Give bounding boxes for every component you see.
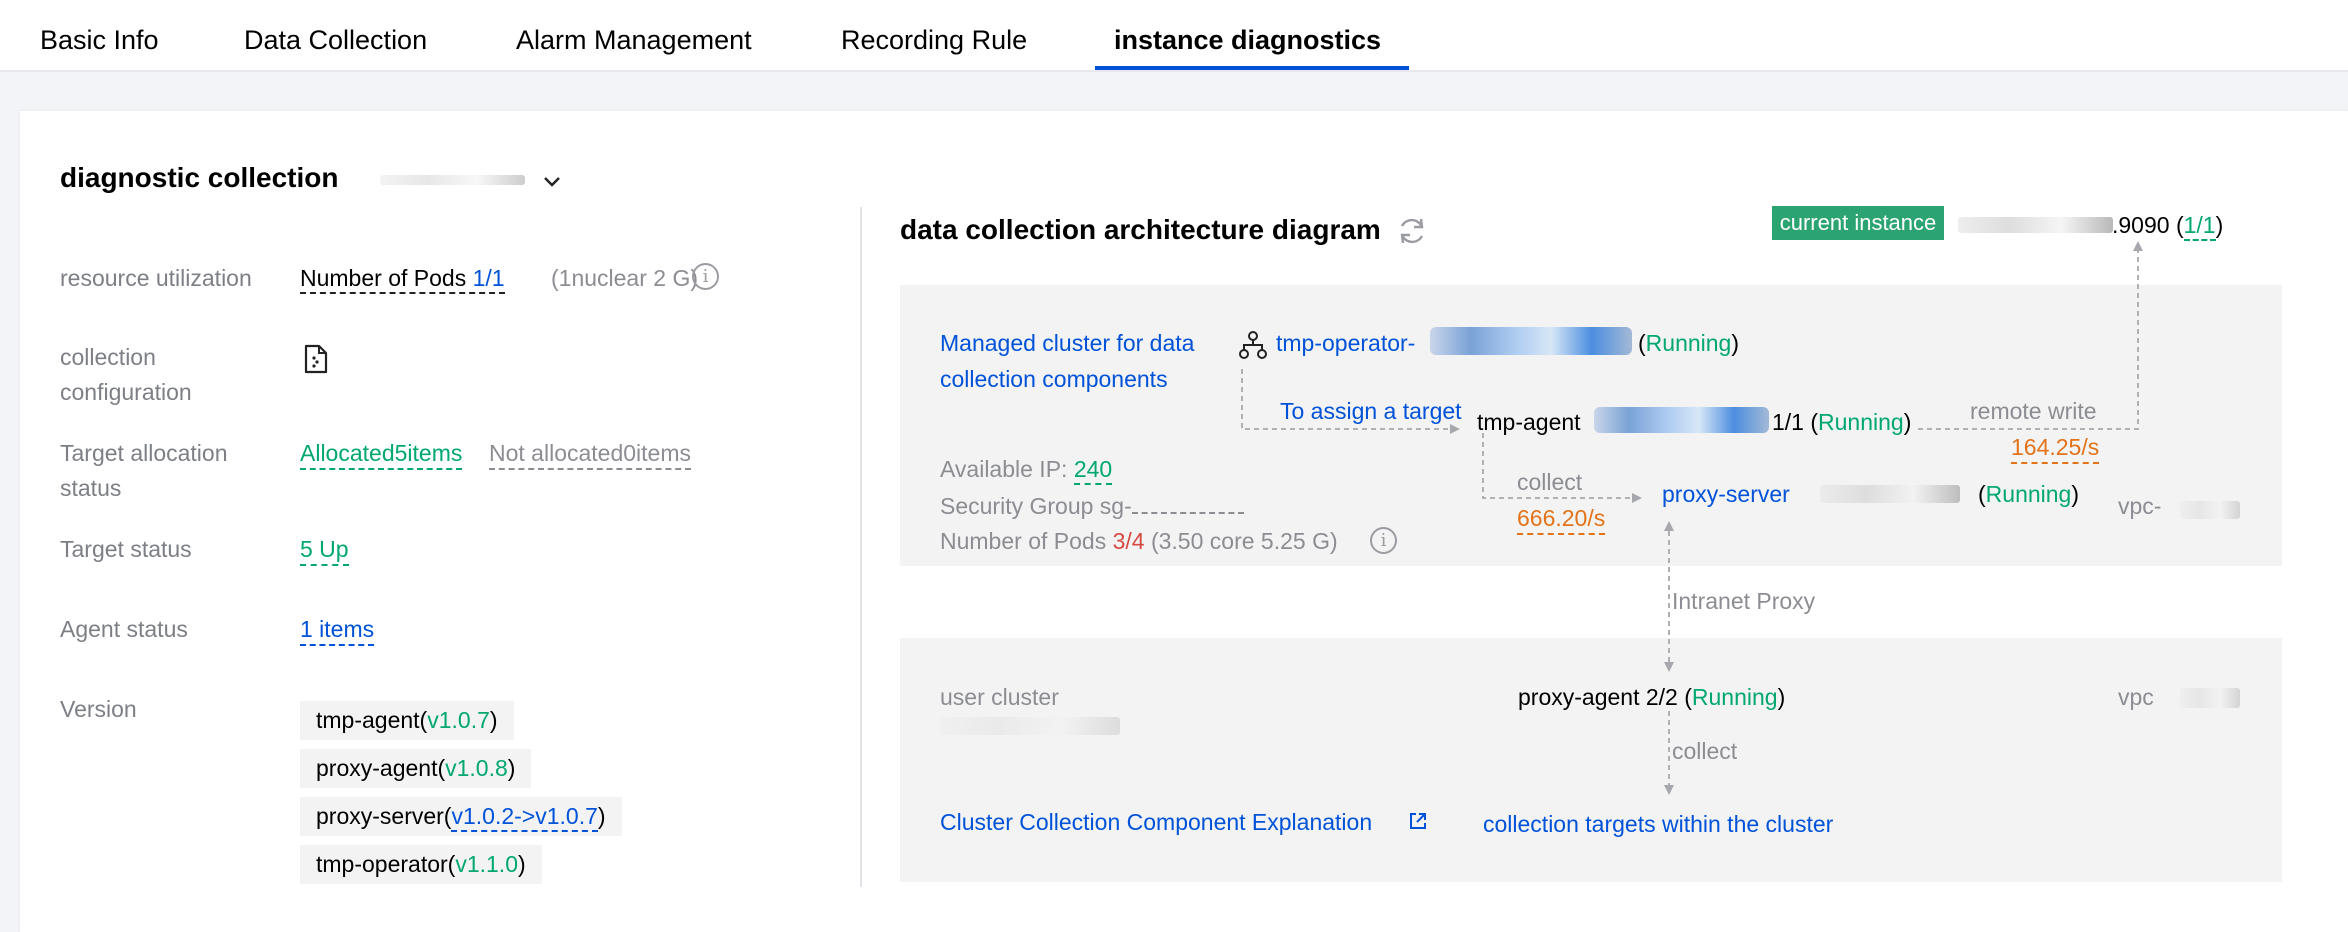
external-link-icon[interactable]: [1408, 811, 1428, 831]
target-status-label: Target status: [60, 536, 192, 562]
pods-spec: (1nuclear 2 G): [551, 265, 699, 291]
proxy-agent-status: proxy-agent 2/2 (Running): [1518, 684, 1786, 710]
security-group: Security Group sg-: [940, 492, 1244, 520]
assign-target-label: To assign a target: [1280, 398, 1462, 424]
proxy-server-id-masked: [1820, 485, 1960, 503]
tab-basic-info[interactable]: Basic Info: [40, 25, 159, 56]
remote-write-label: remote write: [1970, 398, 2097, 424]
collection-targets-link[interactable]: collection targets within the cluster: [1483, 811, 1833, 838]
info-icon[interactable]: i: [692, 263, 719, 290]
operator-id-masked: [1430, 327, 1632, 355]
target-allocation-label-1: Target allocation: [60, 440, 228, 466]
active-tab-indicator: [1095, 66, 1409, 70]
version-chip-proxy-agent: proxy-agent(v1.0.8): [300, 749, 532, 788]
available-ip: Available IP: 240: [940, 456, 1113, 485]
agent-status-value[interactable]: 1 items: [300, 616, 375, 646]
collect-label: collect: [1517, 469, 1583, 495]
instance-selector-value[interactable]: [380, 175, 525, 185]
allocated-count[interactable]: Allocated5items: [300, 440, 463, 470]
target-status-value[interactable]: 5 Up: [300, 536, 349, 566]
agent-id-masked: [1594, 407, 1769, 433]
tab-instance-diagnostics[interactable]: instance diagnostics: [1114, 25, 1381, 56]
proxy-server-status: (Running): [1978, 481, 2080, 507]
pods-value: 1/1: [472, 265, 505, 291]
tab-recording-rule[interactable]: Recording Rule: [841, 25, 1027, 56]
collection-config-label-2: configuration: [60, 379, 192, 405]
version-chip-tmp-operator: tmp-operator(v1.1.0): [300, 845, 542, 884]
user-cluster-id-masked: [940, 717, 1120, 735]
pods-label: Number of Pods: [300, 265, 473, 291]
agent-status-label: Agent status: [60, 616, 188, 642]
instance-address-masked: [1958, 217, 2113, 233]
info-icon[interactable]: i: [1370, 527, 1397, 554]
managed-cluster-link-2[interactable]: collection components: [940, 366, 1168, 393]
pods-usage[interactable]: Number of Pods 1/1: [300, 265, 505, 294]
available-ip-value[interactable]: 240: [1073, 456, 1113, 485]
diagram-title: data collection architecture diagram: [900, 214, 1381, 245]
refresh-icon[interactable]: [1396, 215, 1428, 247]
current-instance-badge: current instance: [1772, 206, 1944, 240]
cluster-icon: [1239, 331, 1267, 359]
user-vpc-id-masked: [2180, 688, 2240, 708]
collect-label-2: collect: [1672, 738, 1738, 764]
tmp-operator-link[interactable]: tmp-operator-: [1276, 330, 1415, 357]
vpc-id-masked: [2180, 501, 2240, 519]
instance-address: .9090 (1/1): [2112, 212, 2223, 241]
remote-write-rate[interactable]: 164.25/s: [2011, 434, 2100, 464]
user-cluster-vpc: vpc: [2118, 684, 2154, 710]
upgrade-version-link[interactable]: v1.0.2->v1.0.7: [451, 803, 598, 832]
section-divider: [860, 207, 862, 887]
user-cluster-panel: [900, 638, 2282, 882]
proxy-server-link[interactable]: proxy-server: [1662, 481, 1790, 508]
tab-data-collection[interactable]: Data Collection: [244, 25, 427, 56]
section-title: diagnostic collection: [60, 162, 339, 193]
version-label: Version: [60, 696, 137, 722]
collect-rate[interactable]: 666.20/s: [1517, 505, 1606, 535]
instance-count[interactable]: 1/1: [2183, 212, 2216, 241]
intranet-proxy-label: Intranet Proxy: [1672, 588, 1816, 614]
collection-config-label-1: collection: [60, 344, 156, 370]
proxy-vpc: vpc-: [2118, 493, 2162, 519]
resource-utilization-label: resource utilization: [60, 265, 252, 291]
managed-pods: Number of Pods 3/4 (3.50 core 5.25 G): [940, 528, 1338, 554]
component-explanation-link[interactable]: Cluster Collection Component Explanation: [940, 809, 1372, 836]
tab-alarm-management[interactable]: Alarm Management: [516, 25, 752, 56]
managed-cluster-link-1[interactable]: Managed cluster for data: [940, 330, 1194, 357]
document-icon[interactable]: [304, 344, 328, 374]
chevron-down-icon[interactable]: [542, 171, 562, 191]
version-chip-tmp-agent: tmp-agent(v1.0.7): [300, 701, 514, 740]
version-chip-proxy-server: proxy-server(v1.0.2->v1.0.7): [300, 797, 622, 836]
tmp-agent-label: tmp-agent: [1477, 409, 1581, 435]
diagnostics-card: diagnostic collection resource utilizati…: [20, 111, 2348, 932]
user-cluster-label: user cluster: [940, 684, 1059, 710]
operator-status: (Running): [1638, 330, 1740, 356]
target-allocation-label-2: status: [60, 475, 122, 501]
not-allocated-count[interactable]: Not allocated0items: [489, 440, 691, 470]
tab-bar: Basic Info Data Collection Alarm Managem…: [0, 0, 2348, 72]
tmp-agent-status: 1/1 (Running): [1772, 409, 1912, 435]
